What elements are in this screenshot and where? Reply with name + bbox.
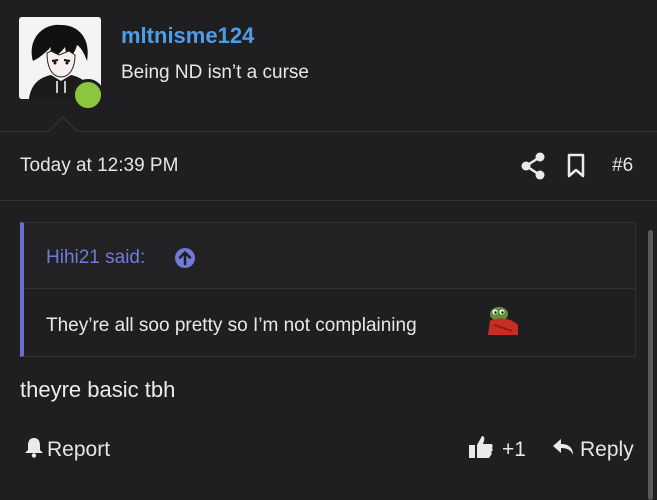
post-number[interactable]: #6 [612,155,633,177]
message-arrow-inner [49,118,77,132]
quote-header: Hihi21 said: [24,223,635,289]
username[interactable]: mltnisme124 [121,23,254,49]
reply-label: Reply [580,438,634,461]
online-status-indicator [72,79,104,111]
quote-author[interactable]: Hihi21 said: [46,247,145,269]
reply-button[interactable]: Reply [552,437,634,463]
report-button[interactable]: Report [24,437,110,463]
post-timestamp[interactable]: Today at 12:39 PM [20,155,178,177]
scrollbar[interactable] [648,230,653,500]
bookmark-icon[interactable] [566,153,586,179]
arrow-up-circle-icon[interactable] [174,247,196,269]
pepe-emoji [486,303,520,337]
post-message: theyre basic tbh [20,377,176,402]
post-header: mltnisme124 Being ND isn’t a curse [0,0,657,132]
quote-block: Hihi21 said: They’re all soo pretty so I… [20,222,636,357]
bell-icon [24,436,44,464]
report-label: Report [47,438,111,461]
like-button[interactable]: +1 [468,434,526,466]
user-title: Being ND isn’t a curse [121,62,309,83]
thumbs-up-icon [468,434,494,466]
share-icon[interactable] [520,152,546,180]
like-count: +1 [502,438,526,461]
quote-text: They’re all soo pretty so I’m not compla… [46,315,417,336]
reply-arrow-icon [552,437,574,463]
divider [0,200,657,201]
